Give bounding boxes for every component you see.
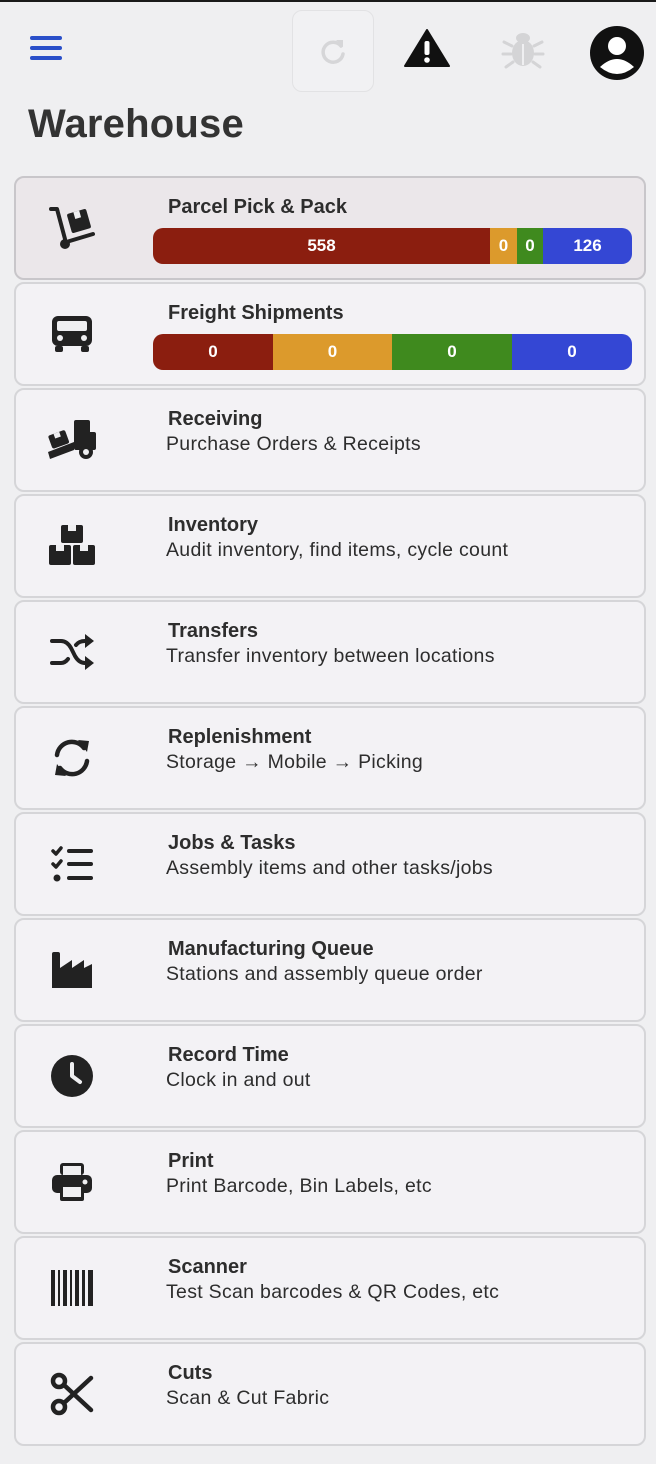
menu-item-title: Manufacturing Queue	[168, 938, 374, 960]
menu-item-description: Clock in and out	[166, 1069, 311, 1091]
page-title: Warehouse	[28, 102, 244, 146]
status-count-segment: 558	[153, 228, 490, 264]
status-count-bar: 558 0 0 126	[153, 228, 632, 264]
menu-item-manufacturing-queue[interactable]: Manufacturing Queue Stations and assembly…	[14, 918, 646, 1022]
menu-item-description: Print Barcode, Bin Labels, etc	[166, 1175, 432, 1197]
menu-item-transfers[interactable]: Transfers Transfer inventory between loca…	[14, 600, 646, 704]
hand-truck-icon	[44, 200, 100, 256]
menu-item-title: Freight Shipments	[168, 302, 344, 324]
status-count-segment: 0	[490, 228, 517, 264]
menu-item-title: Receiving	[168, 408, 263, 430]
shuffle-icon	[44, 624, 100, 680]
status-count-segment: 0	[517, 228, 543, 264]
scissors-icon	[44, 1366, 100, 1422]
menu-button[interactable]	[22, 22, 70, 74]
status-count-segment: 0	[392, 334, 512, 370]
refresh-icon	[319, 37, 347, 65]
status-count-segment: 0	[153, 334, 273, 370]
menu-item-title: Cuts	[168, 1362, 213, 1384]
user-circle-icon	[589, 25, 645, 81]
menu-item-title: Parcel Pick & Pack	[168, 196, 348, 218]
sync-icon	[44, 730, 100, 786]
menu-item-replenishment[interactable]: Replenishment Storage → Mobile → Picking	[14, 706, 646, 810]
factory-icon	[44, 942, 100, 998]
checklist-icon	[44, 836, 100, 892]
menu-item-description: Stations and assembly queue order	[166, 963, 483, 985]
top-bar	[0, 2, 656, 100]
menu-item-scanner[interactable]: Scanner Test Scan barcodes & QR Codes, et…	[14, 1236, 646, 1340]
menu-item-description: Transfer inventory between locations	[166, 645, 495, 667]
menu-item-parcel-pick-pack[interactable]: Parcel Pick & Pack 558 0 0 126	[14, 176, 646, 280]
status-count-segment: 0	[273, 334, 392, 370]
menu-item-freight-shipments[interactable]: Freight Shipments 0 0 0 0	[14, 282, 646, 386]
menu-item-record-time[interactable]: Record Time Clock in and out	[14, 1024, 646, 1128]
profile-button[interactable]	[586, 22, 648, 84]
menu-item-title: Jobs & Tasks	[168, 832, 296, 854]
printer-icon	[44, 1154, 100, 1210]
clock-icon	[44, 1048, 100, 1104]
barcode-icon	[44, 1260, 100, 1316]
menu-item-description: Test Scan barcodes & QR Codes, etc	[166, 1281, 500, 1303]
menu-item-title: Replenishment	[168, 726, 312, 748]
bug-icon	[501, 26, 545, 70]
menu-item-title: Scanner	[168, 1256, 247, 1278]
warning-icon	[404, 28, 450, 68]
menu-item-description: Storage → Mobile → Picking	[166, 751, 424, 773]
menu-item-description: Audit inventory, find items, cycle count	[166, 539, 509, 561]
menu-item-print[interactable]: Print Print Barcode, Bin Labels, etc	[14, 1130, 646, 1234]
menu-item-description: Assembly items and other tasks/jobs	[166, 857, 493, 879]
status-count-bar: 0000	[153, 334, 632, 370]
menu-item-title: Inventory	[168, 514, 259, 536]
menu-item-title: Record Time	[168, 1044, 289, 1066]
menu-item-cuts[interactable]: Cuts Scan & Cut Fabric	[14, 1342, 646, 1446]
menu-icon	[30, 34, 62, 62]
refresh-button[interactable]	[292, 10, 374, 92]
menu-item-inventory[interactable]: Inventory Audit inventory, find items, cy…	[14, 494, 646, 598]
boxes-icon	[44, 518, 100, 574]
menu-item-description: Scan & Cut Fabric	[166, 1387, 330, 1409]
menu-item-description: Purchase Orders & Receipts	[166, 433, 421, 455]
menu-item-jobs-tasks[interactable]: Jobs & Tasks Assembly items and other tas…	[14, 812, 646, 916]
truck-icon	[44, 306, 100, 362]
menu-item-title: Print	[168, 1150, 214, 1172]
alerts-button[interactable]	[400, 18, 454, 78]
menu-item-title: Transfers	[168, 620, 259, 642]
status-count-segment: 0	[512, 334, 632, 370]
truck-ramp-icon	[44, 412, 100, 468]
menu-item-receiving[interactable]: Receiving Purchase Orders & Receipts	[14, 388, 646, 492]
status-count-segment: 126	[543, 228, 632, 264]
bug-report-button[interactable]	[494, 18, 552, 78]
